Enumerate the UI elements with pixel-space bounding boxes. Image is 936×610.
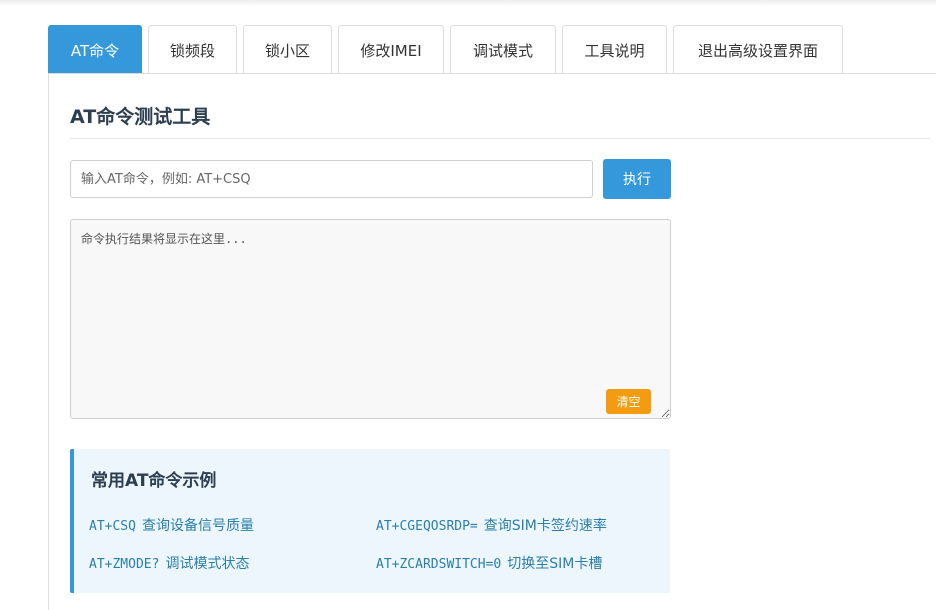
example-item[interactable]: AT+CSQ 查询设备信号质量 (89, 515, 254, 535)
tab-lock-cell[interactable]: 锁小区 (243, 25, 332, 74)
panel-title: AT命令测试工具 (70, 106, 211, 128)
tab-exit-advanced[interactable]: 退出高级设置界面 (673, 25, 843, 74)
example-command: AT+CGEQOSRDP= (376, 519, 478, 534)
tab-at-command[interactable]: AT命令 (48, 25, 142, 74)
at-command-panel: AT命令测试工具 执行 清空 常用AT命令示例 AT+CSQ 查询设备信号质量 A… (48, 73, 936, 610)
example-item[interactable]: AT+ZMODE? 调试模式状态 (89, 553, 249, 573)
top-shadow-line (0, 0, 936, 6)
example-description: 切换至SIM卡槽 (507, 556, 603, 572)
example-description: 查询设备信号质量 (141, 518, 254, 534)
example-description: 调试模式状态 (165, 556, 250, 572)
example-command: AT+CSQ (89, 519, 136, 534)
tab-debug-mode[interactable]: 调试模式 (450, 25, 556, 74)
example-item[interactable]: AT+ZCARDSWITCH=0 切换至SIM卡槽 (376, 553, 602, 573)
tab-bar: AT命令 锁频段 锁小区 修改IMEI 调试模式 工具说明 退出高级设置界面 (48, 25, 849, 74)
example-command: AT+ZCARDSWITCH=0 (376, 557, 502, 572)
example-item[interactable]: AT+CGEQOSRDP= 查询SIM卡签约速率 (376, 515, 607, 535)
at-command-input[interactable] (70, 160, 593, 198)
example-command: AT+ZMODE? (89, 557, 160, 572)
execute-button[interactable]: 执行 (603, 159, 671, 199)
tab-lock-band[interactable]: 锁频段 (148, 25, 237, 74)
example-description: 查询SIM卡签约速率 (483, 518, 607, 534)
result-output[interactable] (70, 219, 671, 419)
tab-modify-imei[interactable]: 修改IMEI (338, 25, 444, 74)
examples-title: 常用AT命令示例 (91, 471, 217, 491)
examples-box: 常用AT命令示例 AT+CSQ 查询设备信号质量 AT+CGEQOSRDP= 查询S… (70, 449, 670, 593)
title-divider (70, 138, 930, 139)
tab-tool-help[interactable]: 工具说明 (562, 25, 667, 74)
clear-button[interactable]: 清空 (606, 389, 651, 414)
